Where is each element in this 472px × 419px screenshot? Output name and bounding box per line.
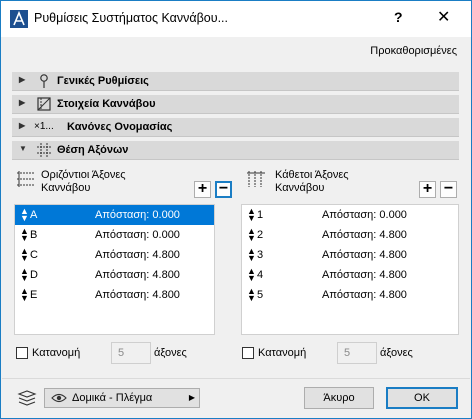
drag-handle-icon[interactable]: ▲ ▼ — [247, 227, 256, 243]
footer-divider — [2, 378, 470, 379]
horizontal-axes-title: Οριζόντιοι Άξονες Καννάβου — [41, 169, 126, 194]
horizontal-unit-label: άξονες — [154, 347, 187, 359]
eye-icon — [51, 393, 67, 403]
drag-handle-icon[interactable]: ▲ ▼ — [20, 227, 29, 243]
vertical-distribute-label: Κατανομή — [258, 347, 307, 359]
vertical-unit-label: άξονες — [380, 347, 413, 359]
help-button[interactable]: ? — [394, 9, 403, 25]
caret-right-icon: ▶ — [188, 393, 195, 402]
settings-dialog: Ρυθμίσεις Συστήματος Καννάβου... ? ✕ Προ… — [0, 0, 472, 419]
naming-rules-icon: ×1... — [34, 121, 54, 132]
window-title: Ρυθμίσεις Συστήματος Καννάβου... — [34, 11, 229, 25]
vertical-axes-list[interactable]: ▲ ▼ 1 Απόσταση: 0.000 ▲ ▼ 2 Απόσταση: 4.80… — [241, 204, 459, 335]
chevron-right-icon: ▶ — [19, 98, 26, 107]
drag-handle-icon[interactable]: ▲ ▼ — [20, 267, 29, 283]
section-general-settings[interactable]: ▶ Γενικές Ρυθμίσεις — [12, 72, 459, 91]
horizontal-axes-list[interactable]: ▲ ▼ A Απόσταση: 0.000 ▲ ▼ B Απόσταση: 0.00… — [14, 204, 215, 335]
drag-handle-icon[interactable]: ▲ ▼ — [247, 267, 256, 283]
drag-handle-icon[interactable]: ▲ ▼ — [20, 287, 29, 303]
layers-icon — [17, 390, 37, 406]
list-item[interactable]: ▲ ▼ A Απόσταση: 0.000 — [15, 205, 214, 225]
section-label: Κανόνες Ονομασίας — [67, 121, 173, 133]
vertical-axes-title: Κάθετοι Άξονες Καννάβου — [275, 169, 349, 194]
vertical-distribute-checkbox[interactable] — [242, 347, 254, 359]
drag-handle-icon[interactable]: ▲ ▼ — [20, 247, 29, 263]
section-axis-position[interactable]: ▼ Θέση Αξόνων — [12, 141, 459, 160]
section-label: Γενικές Ρυθμίσεις — [57, 75, 149, 87]
section-label: Θέση Αξόνων — [57, 144, 129, 156]
layer-dropdown[interactable]: Δομικά - Πλέγμα ▶ — [44, 388, 200, 408]
layer-value: Δομικά - Πλέγμα — [72, 392, 153, 404]
list-item[interactable]: ▲ ▼ E Απόσταση: 4.800 — [15, 285, 214, 305]
list-item[interactable]: ▲ ▼ D Απόσταση: 4.800 — [15, 265, 214, 285]
list-item[interactable]: ▲ ▼ B Απόσταση: 0.000 — [15, 225, 214, 245]
axis-grid-icon — [37, 143, 51, 157]
drag-handle-icon[interactable]: ▲ ▼ — [247, 287, 256, 303]
horizontal-distribute-checkbox[interactable] — [16, 347, 28, 359]
horizontal-distribute-label: Κατανομή — [32, 347, 81, 359]
remove-vertical-axis-button[interactable]: − — [440, 181, 457, 198]
add-horizontal-axis-button[interactable]: + — [194, 181, 211, 198]
horizontal-axis-count-input[interactable]: 5 — [111, 342, 151, 364]
archicad-logo-icon — [10, 10, 28, 28]
chevron-down-icon: ▼ — [19, 144, 27, 153]
drag-handle-icon[interactable]: ▲ ▼ — [20, 207, 29, 223]
presets-link[interactable]: Προκαθορισμένες — [370, 45, 457, 57]
list-item[interactable]: ▲ ▼ 3 Απόσταση: 4.800 — [242, 245, 458, 265]
list-item[interactable]: ▲ ▼ 5 Απόσταση: 4.800 — [242, 285, 458, 305]
list-item[interactable]: ▲ ▼ C Απόσταση: 4.800 — [15, 245, 214, 265]
list-item[interactable]: ▲ ▼ 2 Απόσταση: 4.800 — [242, 225, 458, 245]
horizontal-axes-icon — [17, 171, 35, 187]
drag-handle-icon[interactable]: ▲ ▼ — [247, 247, 256, 263]
section-naming-rules[interactable]: ▶ ×1... Κανόνες Ονομασίας — [12, 118, 459, 137]
add-vertical-axis-button[interactable]: + — [419, 181, 436, 198]
vertical-axes-icon — [247, 171, 265, 187]
title-bar[interactable]: Ρυθμίσεις Συστήματος Καννάβου... ? ✕ — [1, 1, 471, 37]
close-button[interactable]: ✕ — [437, 7, 450, 27]
drag-handle-icon[interactable]: ▲ ▼ — [247, 207, 256, 223]
chevron-right-icon: ▶ — [19, 75, 26, 84]
list-item[interactable]: ▲ ▼ 1 Απόσταση: 0.000 — [242, 205, 458, 225]
chevron-right-icon: ▶ — [19, 121, 26, 130]
vertical-axis-count-input[interactable]: 5 — [337, 342, 377, 364]
ok-button[interactable]: OK — [386, 387, 458, 409]
remove-horizontal-axis-button[interactable]: − — [215, 181, 232, 198]
grid-element-icon — [37, 97, 51, 111]
section-grid-elements[interactable]: ▶ Στοιχεία Καννάβου — [12, 95, 459, 114]
section-label: Στοιχεία Καννάβου — [57, 98, 156, 110]
pin-icon — [40, 74, 48, 88]
list-item[interactable]: ▲ ▼ 4 Απόσταση: 4.800 — [242, 265, 458, 285]
cancel-button[interactable]: Άκυρο — [304, 387, 374, 409]
